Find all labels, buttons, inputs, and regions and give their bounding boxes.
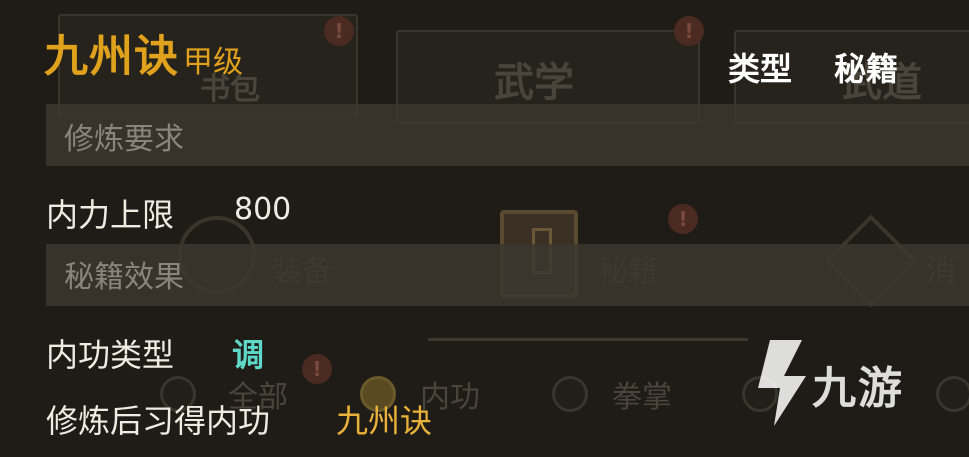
item-type-label: 类型 [728,50,793,88]
item-name: 九州诀 [44,31,179,82]
neigong-type-label: 内功类型 [46,336,175,374]
bg-alert-badge-4: ! [302,354,332,384]
bg-divider [428,338,748,341]
neili-cap-label: 内力上限 [46,196,175,234]
requirements-section-title: 修炼要求 [64,122,184,157]
bg-filter-fist[interactable]: 拳掌 [612,372,672,416]
watermark-text: 九游 [812,363,904,414]
bg-alert-badge-1: ! [324,16,354,46]
item-type-value: 秘籍 [834,50,899,88]
bg-filter-more2-radio[interactable] [936,376,969,412]
bg-filter-fist-radio[interactable] [552,376,588,412]
bg-alert-badge-3: ! [668,204,698,234]
item-title: 九州诀 甲级 [44,20,243,84]
learned-neigong-value: 九州诀 [336,402,433,440]
bg-alert-badge-2: ! [674,16,704,46]
neili-cap-value: 800 [234,192,292,227]
bg-tab-martial-label: 武学 [494,60,574,106]
learned-neigong-label: 修炼后习得内功 [46,402,271,440]
effects-section-title: 秘籍效果 [64,260,184,295]
requirements-section-bar [46,104,969,166]
neigong-type-value: 调 [232,336,265,374]
item-grade: 甲级 [183,45,243,80]
effects-section-bar [46,244,969,306]
